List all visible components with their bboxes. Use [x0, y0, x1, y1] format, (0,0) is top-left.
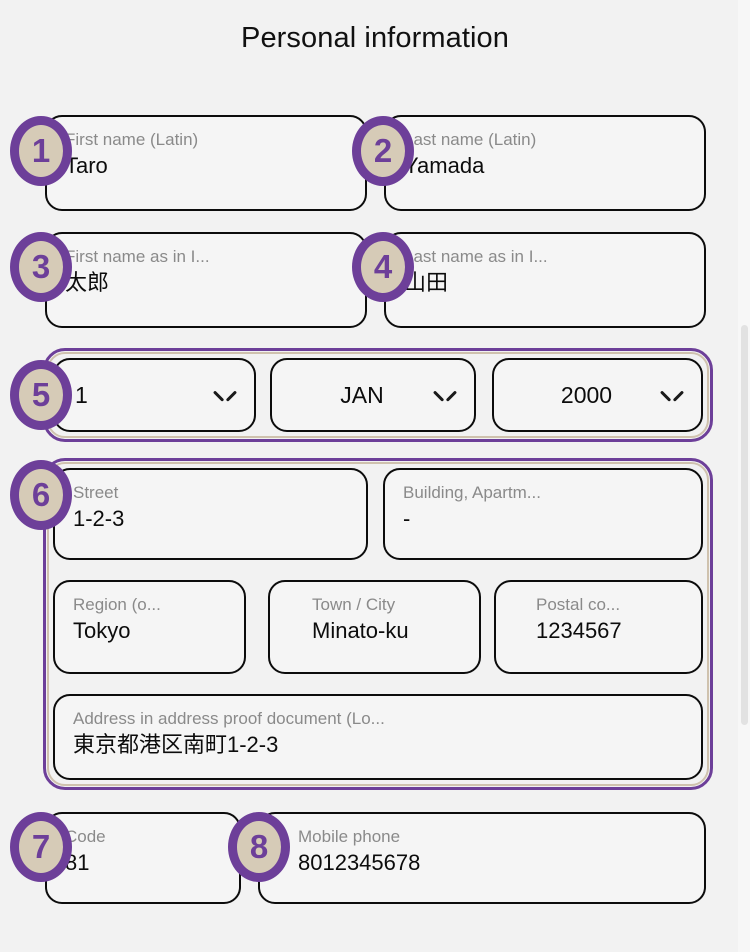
chevron-down-icon: [214, 388, 236, 402]
step-badge-6: 6: [10, 460, 72, 530]
building-field[interactable]: Building, Apartm... -: [383, 468, 703, 560]
dob-month-select[interactable]: JAN: [270, 358, 476, 432]
street-value: 1-2-3: [73, 506, 125, 531]
phone-code-field[interactable]: Code 81: [45, 812, 241, 904]
chevron-down-icon: [434, 388, 456, 402]
dob-year-select[interactable]: 2000: [492, 358, 703, 432]
first-name-id-value: 太郎: [65, 270, 110, 295]
last-name-latin-field[interactable]: Last name (Latin) Yamada: [384, 115, 706, 211]
dob-day-select[interactable]: 1: [53, 358, 256, 432]
chevron-down-icon: [661, 388, 683, 402]
page-title: Personal information: [241, 22, 509, 54]
first-name-latin-label: First name (Latin): [65, 130, 199, 149]
last-name-id-label: Last name as in I...: [404, 247, 548, 266]
street-field[interactable]: Street 1-2-3: [53, 468, 368, 560]
address-proof-value: 東京都港区南町1-2-3: [73, 732, 279, 757]
last-name-id-field[interactable]: Last name as in I... 山田: [384, 232, 706, 328]
step-badge-5-number: 5: [31, 375, 51, 413]
postal-code-label: Postal co...: [536, 595, 621, 614]
step-badge-7-number: 7: [31, 827, 51, 865]
step-badge-5: 5: [10, 360, 72, 430]
scrollbar-thumb[interactable]: [741, 325, 748, 725]
last-name-latin-label: Last name (Latin): [404, 130, 537, 149]
town-city-value: Minato-ku: [312, 618, 409, 643]
dob-day-value: 1: [75, 381, 88, 408]
phone-code-label: Code: [65, 827, 106, 846]
mobile-phone-label: Mobile phone: [298, 827, 401, 846]
town-city-field[interactable]: Town / City Minato-ku: [268, 580, 481, 674]
step-badge-3-number: 3: [31, 247, 51, 285]
step-badge-8: 8: [228, 812, 290, 882]
region-value: Tokyo: [73, 618, 131, 643]
address-proof-field[interactable]: Address in address proof document (Lo...…: [53, 694, 703, 780]
address-proof-label: Address in address proof document (Lo...: [73, 709, 385, 728]
step-badge-1: 1: [10, 116, 72, 186]
step-badge-7: 7: [10, 812, 72, 882]
last-name-id-value: 山田: [404, 270, 449, 295]
dob-month-value: JAN: [340, 381, 384, 408]
step-badge-3: 3: [10, 232, 72, 302]
postal-code-value: 1234567: [536, 618, 622, 643]
first-name-id-label: First name as in I...: [65, 247, 210, 266]
first-name-id-field[interactable]: First name as in I... 太郎: [45, 232, 367, 328]
step-badge-4-number: 4: [373, 247, 393, 285]
region-field[interactable]: Region (o... Tokyo: [53, 580, 246, 674]
building-label: Building, Apartm...: [403, 483, 541, 502]
postal-code-field[interactable]: Postal co... 1234567: [494, 580, 703, 674]
step-badge-2: 2: [352, 116, 414, 186]
step-badge-4: 4: [352, 232, 414, 302]
step-badge-6-number: 6: [31, 475, 51, 513]
region-label: Region (o...: [73, 595, 161, 614]
step-badge-1-number: 1: [31, 131, 51, 169]
town-city-label: Town / City: [312, 595, 396, 614]
building-value: -: [403, 506, 411, 531]
first-name-latin-value: Taro: [65, 153, 108, 178]
phone-code-value: 81: [65, 850, 90, 875]
mobile-phone-value: 8012345678: [298, 850, 421, 875]
step-badge-8-number: 8: [249, 827, 269, 865]
last-name-latin-value: Yamada: [404, 153, 485, 178]
vertical-scrollbar[interactable]: [738, 0, 750, 952]
street-label: Street: [73, 483, 119, 502]
mobile-phone-field[interactable]: Mobile phone 8012345678: [258, 812, 706, 904]
dob-year-value: 2000: [560, 381, 613, 408]
step-badge-2-number: 2: [373, 131, 393, 169]
first-name-latin-field[interactable]: First name (Latin) Taro: [45, 115, 367, 211]
